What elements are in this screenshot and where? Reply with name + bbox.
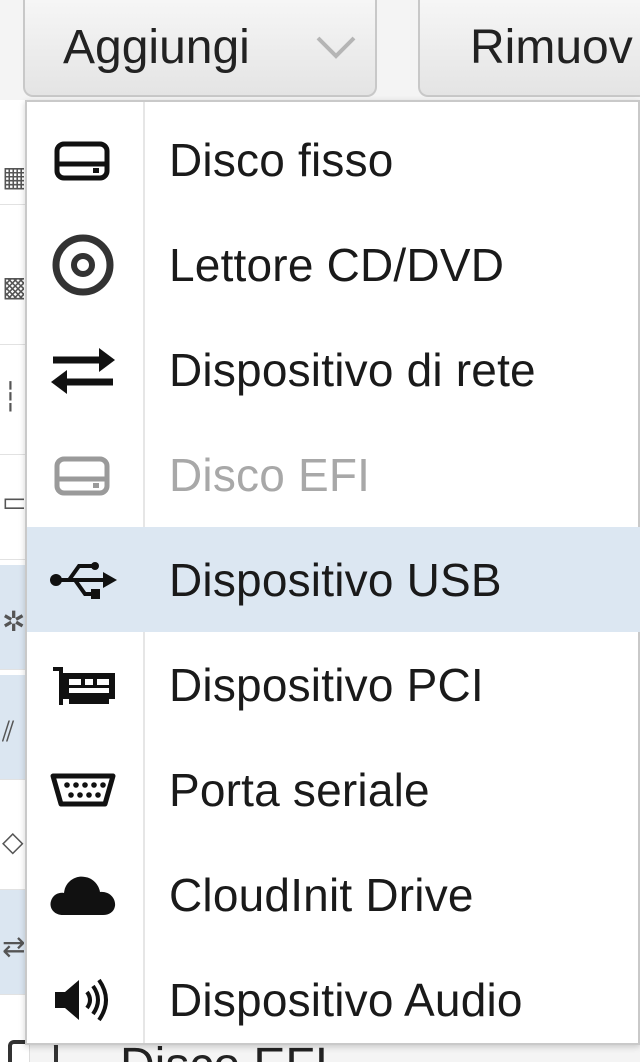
menu-item-cloudinit[interactable]: CloudInit Drive — [27, 842, 640, 947]
processor-icon: ▩ — [2, 271, 24, 302]
serial-port-icon — [47, 758, 119, 822]
memory-icon: ▦ — [2, 161, 24, 192]
efi-disk-icon — [47, 443, 119, 507]
add-button-label: Aggiungi — [63, 21, 250, 74]
display-icon: ▭ — [2, 486, 24, 517]
chevron-down-icon — [316, 36, 356, 59]
menu-item-label: Dispositivo di rete — [169, 343, 536, 396]
menu-item-label: CloudInit Drive — [169, 868, 474, 921]
menu-item-efi-disk[interactable]: Disco EFI — [27, 422, 640, 527]
add-button[interactable]: Aggiungi — [23, 0, 377, 97]
network-icon: ⇄ — [2, 931, 24, 962]
menu-item-pci[interactable]: Dispositivo PCI — [27, 632, 640, 737]
speaker-icon — [47, 968, 119, 1032]
network-exchange-icon — [47, 338, 119, 402]
cloud-icon — [47, 863, 119, 927]
menu-item-label: Lettore CD/DVD — [169, 238, 505, 291]
menu-item-cd-dvd[interactable]: Lettore CD/DVD — [27, 212, 640, 317]
remove-button-label: Rimuov — [470, 21, 633, 74]
drive-icon: ◇ — [2, 826, 24, 857]
menu-item-usb[interactable]: Dispositivo USB — [27, 527, 640, 632]
bios-icon: ┆ — [2, 381, 19, 412]
hard-disk-icon — [47, 128, 119, 192]
toolbar: Aggiungi Rimuov — [0, 0, 640, 100]
remove-button[interactable]: Rimuov — [418, 0, 640, 97]
pci-card-icon — [47, 653, 119, 717]
cd-dvd-icon — [47, 233, 119, 297]
menu-item-hard-disk[interactable]: Disco fisso — [27, 107, 640, 212]
menu-item-label: Dispositivo PCI — [169, 658, 484, 711]
menu-item-audio[interactable]: Dispositivo Audio — [27, 947, 640, 1052]
menu-item-network[interactable]: Dispositivo di rete — [27, 317, 640, 422]
menu-item-serial[interactable]: Porta seriale — [27, 737, 640, 842]
add-hardware-menu: Disco fisso Lettore CD/DVD Dispositivo d… — [25, 100, 640, 1045]
menu-item-label: Disco EFI — [169, 448, 371, 501]
scsi-icon: ⫽ — [2, 716, 15, 747]
screen: ▦ ▩ ┆ ▭ ✲ ⫽ ◇ ⇄ Disco EFI Aggiungi Rimuo… — [0, 0, 640, 1062]
menu-item-label: Dispositivo Audio — [169, 973, 523, 1026]
gear-icon: ✲ — [2, 606, 24, 637]
menu-item-label: Dispositivo USB — [169, 553, 502, 606]
usb-icon — [47, 548, 119, 612]
menu-item-label: Disco fisso — [169, 133, 394, 186]
menu-item-label: Porta seriale — [169, 763, 430, 816]
